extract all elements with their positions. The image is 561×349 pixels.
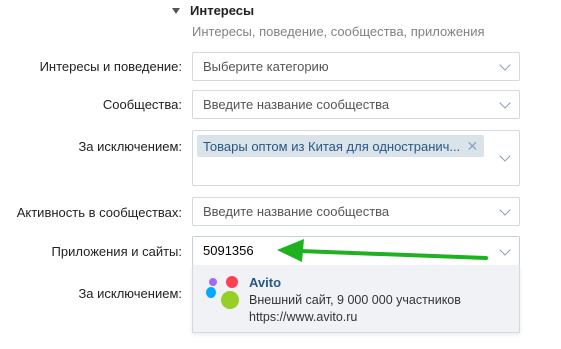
communities-input[interactable]: Введите название сообщества [192, 90, 520, 119]
suggestion-url: https://www.avito.ru [249, 310, 358, 324]
suggestion-name: Avito [249, 275, 282, 290]
apps-suggestion-dropdown: Avito Внешний сайт, 9 000 000 участников… [192, 265, 520, 333]
chevron-down-icon[interactable] [499, 244, 511, 256]
section-subtitle: Интересы, поведение, сообщества, приложе… [192, 24, 485, 39]
except-apps-label: За исключением: [78, 286, 182, 301]
interests-select[interactable]: Выберите категорию [192, 52, 520, 81]
chevron-down-icon[interactable] [499, 97, 511, 109]
community-activity-placeholder: Введите название сообщества [203, 204, 390, 219]
collapse-caret-icon [172, 8, 180, 14]
suggestion-description: Внешний сайт, 9 000 000 участников [249, 293, 461, 307]
section-header-interests[interactable]: Интересы [172, 3, 254, 18]
chevron-down-icon[interactable] [499, 150, 511, 162]
selected-community-token: Товары оптом из Китая для одностранич...… [197, 135, 485, 157]
interests-placeholder: Выберите категорию [203, 59, 329, 74]
community-activity-label: Активность в сообществах: [16, 205, 182, 220]
apps-sites-input[interactable]: 5091356 [192, 236, 520, 266]
token-label: Товары оптом из Китая для одностранич... [203, 138, 461, 154]
except-communities-label: За исключением: [78, 139, 182, 154]
communities-label: Сообщества: [102, 97, 182, 112]
communities-placeholder: Введите название сообщества [203, 97, 390, 112]
apps-sites-value: 5091356 [203, 243, 254, 258]
community-activity-input[interactable]: Введите название сообщества [192, 197, 520, 226]
chevron-down-icon[interactable] [499, 59, 511, 71]
avito-logo-icon [206, 276, 240, 310]
remove-token-icon[interactable]: ✕ [467, 138, 479, 154]
except-communities-input[interactable]: Товары оптом из Китая для одностранич...… [192, 130, 520, 186]
chevron-down-icon[interactable] [499, 204, 511, 216]
interests-label: Интересы и поведение: [39, 59, 182, 74]
suggestion-item-avito[interactable]: Avito Внешний сайт, 9 000 000 участников… [193, 265, 519, 332]
apps-sites-label: Приложения и сайты: [51, 244, 182, 259]
section-title: Интересы [190, 3, 255, 18]
